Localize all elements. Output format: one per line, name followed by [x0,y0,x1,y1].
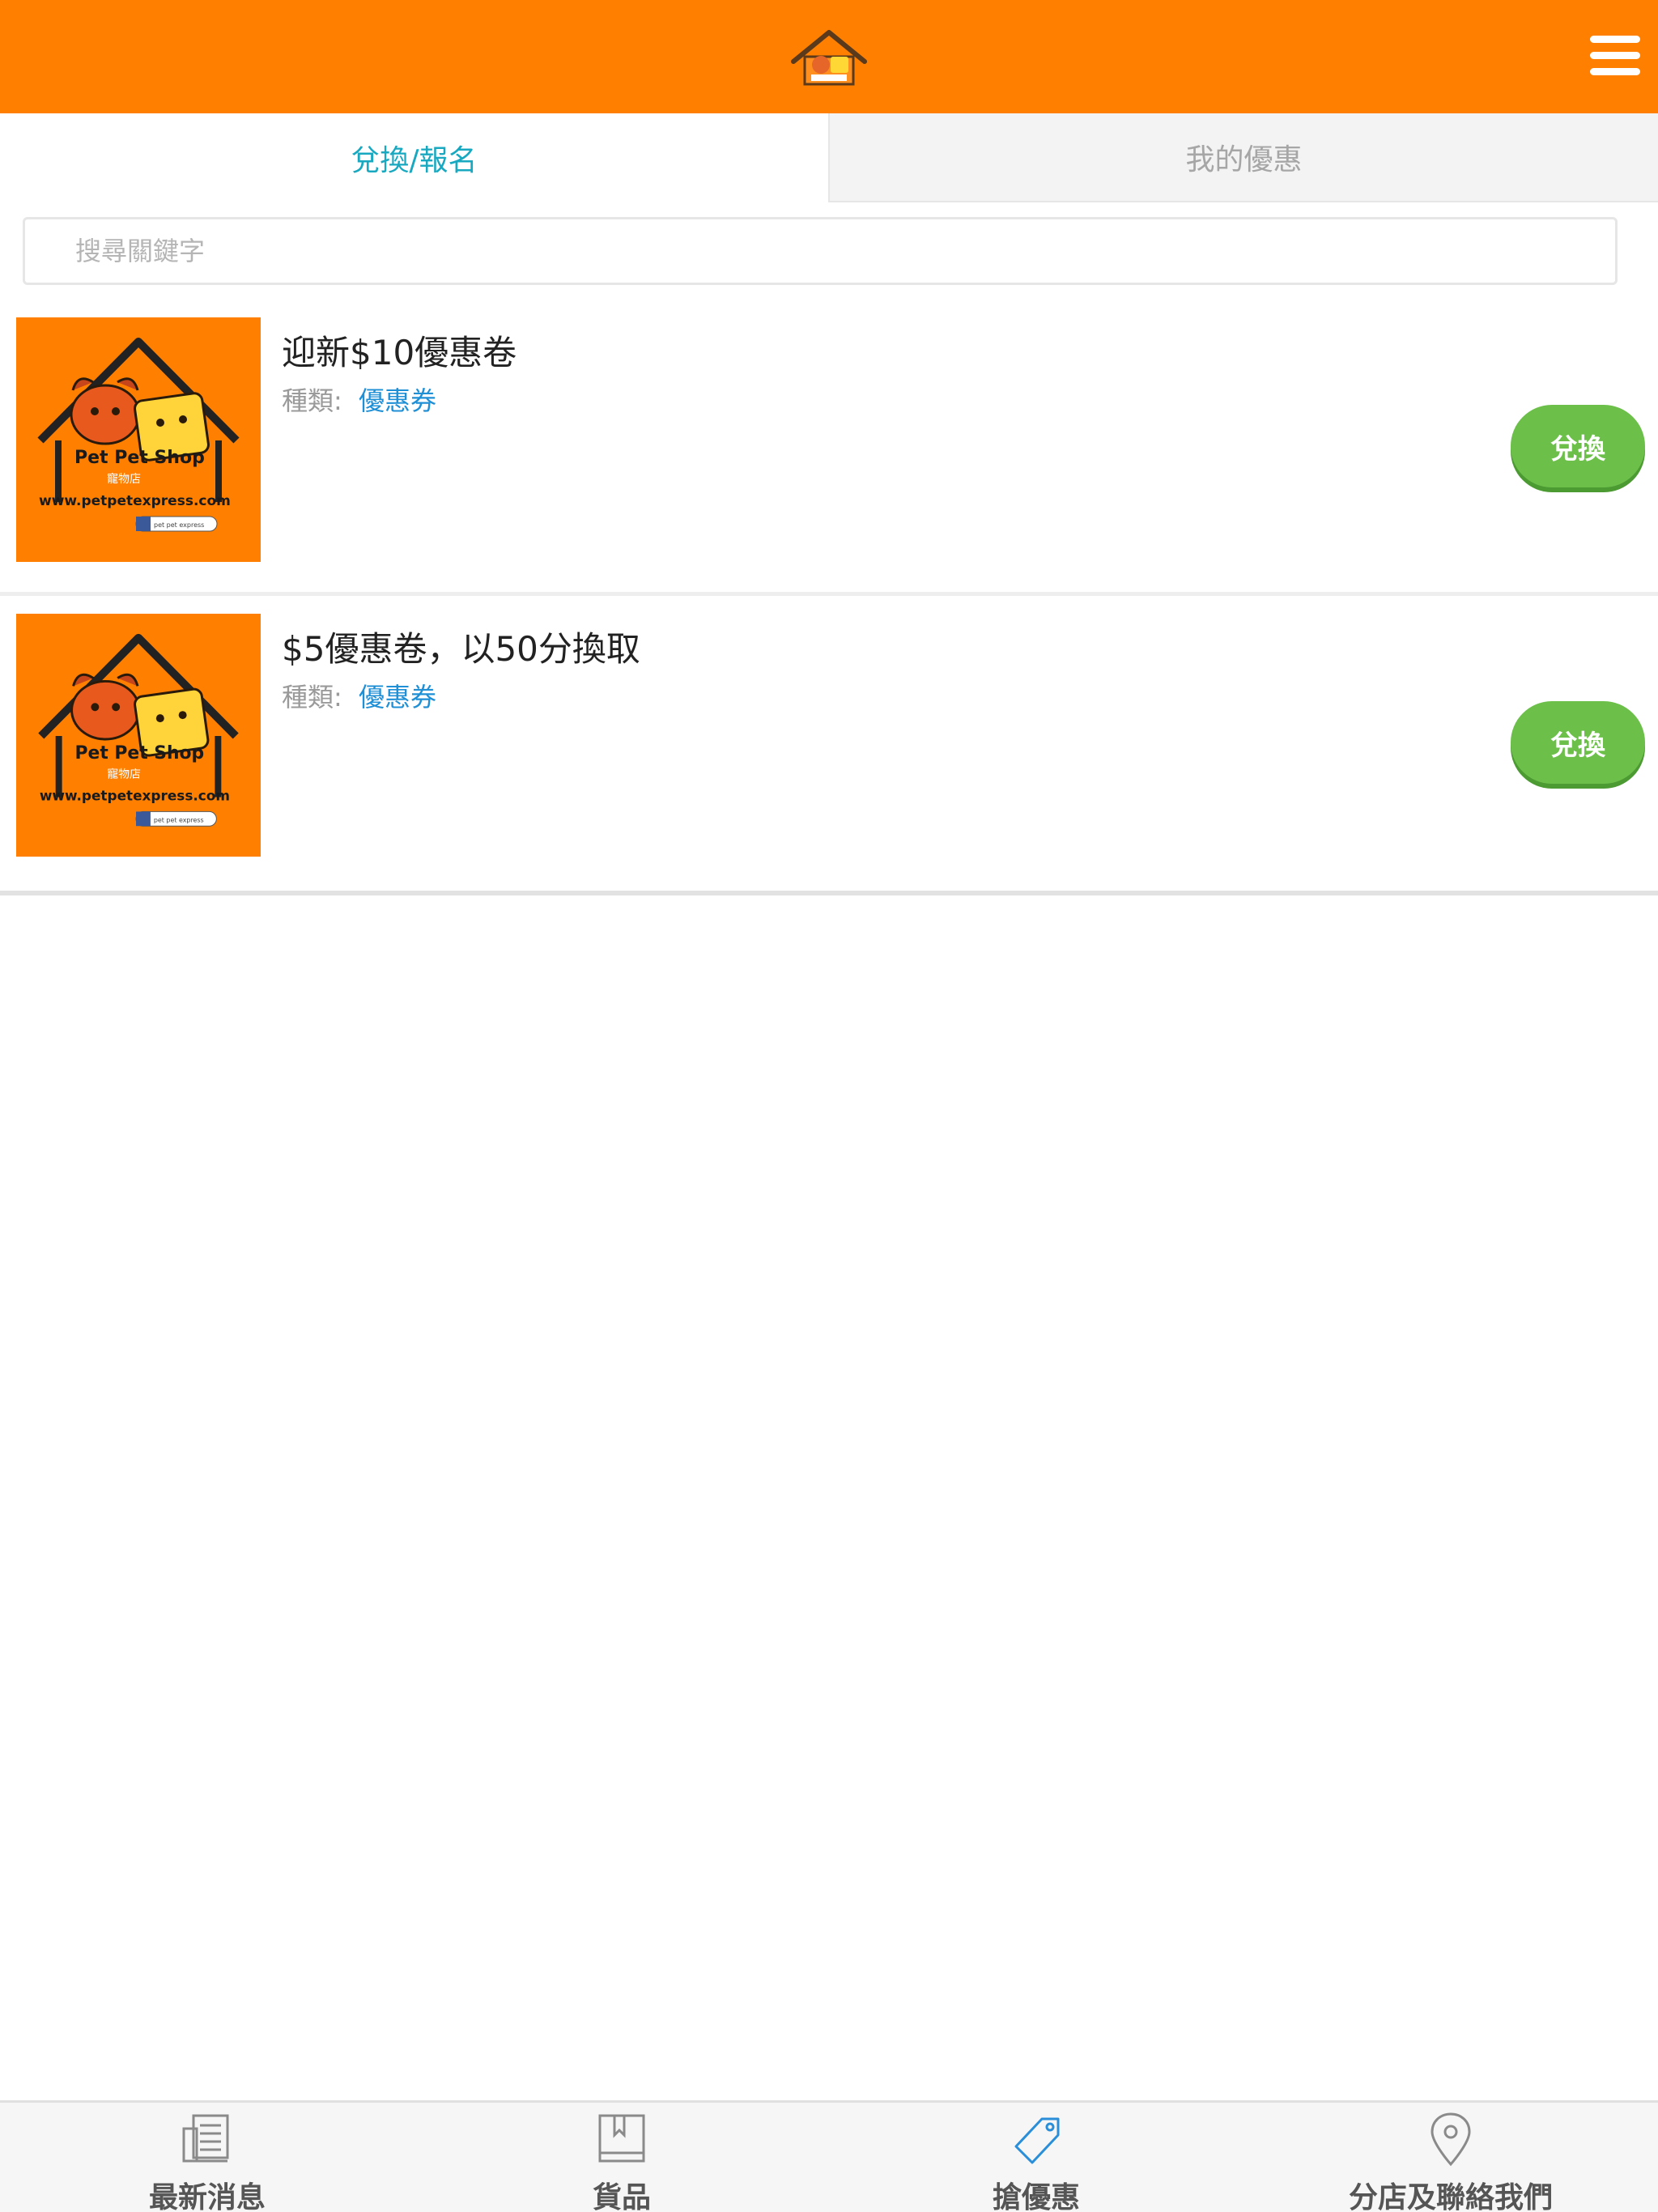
nav-item-deals[interactable]: 搶優惠 [829,2103,1244,2212]
redeem-button[interactable]: 兌換 [1511,701,1645,784]
tag-icon [1014,2117,1060,2164]
coupon-type-link[interactable]: 優惠券 [359,682,436,713]
list-item[interactable]: Pet Pet Shop 寵物店 www.petpetexpress.com p… [0,300,1658,596]
coupon-thumbnail: Pet Pet Shop 寵物店 www.petpetexpress.com p… [16,614,261,857]
svg-text:pet pet express: pet pet express [154,521,204,529]
coupon-title: $5優惠卷，以50分換取 [282,629,640,669]
app-header [0,0,1658,113]
coupon-type-label: 種類: [282,682,342,713]
book-icon [598,2114,645,2163]
coupon-type-link[interactable]: 優惠券 [359,385,436,416]
bottom-tab-bar: 最新消息 貨品 搶優惠 分店及聯絡我們 [0,2100,1658,2212]
coupon-title: 迎新$10優惠卷 [282,333,517,372]
nav-item-stores-contact[interactable]: 分店及聯絡我們 [1244,2103,1658,2212]
svg-text:寵物店: 寵物店 [107,768,141,781]
svg-text:www.petpetexpress.com: www.petpetexpress.com [39,493,231,509]
tab-redeem-register[interactable]: 兌換/報名 [0,113,828,202]
nav-item-news[interactable]: 最新消息 [0,2103,414,2212]
newspaper-icon [182,2114,229,2163]
search-input[interactable] [25,219,1615,283]
search-box [23,217,1618,285]
nav-item-products[interactable]: 貨品 [414,2103,829,2212]
list-item[interactable]: Pet Pet Shop 寵物店 www.petpetexpress.com p… [0,596,1658,895]
svg-text:www.petpetexpress.com: www.petpetexpress.com [40,787,230,803]
pet-house-logo-icon[interactable] [787,24,871,89]
coupon-thumbnail: Pet Pet Shop 寵物店 www.petpetexpress.com p… [16,317,261,562]
location-pin-icon [1431,2112,1471,2167]
nav-label: 最新消息 [148,2181,266,2212]
pet-pet-shop-logo-image: Pet Pet Shop 寵物店 www.petpetexpress.com p… [16,317,261,562]
coupon-type: 種類: 優惠券 [282,677,436,714]
tab-my-offers[interactable]: 我的優惠 [828,113,1658,202]
svg-text:pet pet express: pet pet express [154,816,204,823]
svg-text:Pet Pet Shop: Pet Pet Shop [74,448,205,468]
svg-text:Pet Pet Shop: Pet Pet Shop [75,743,205,764]
svg-text:寵物店: 寵物店 [107,472,141,486]
coupon-type-label: 種類: [282,385,342,416]
hamburger-menu-icon[interactable] [1590,36,1640,78]
nav-label: 搶優惠 [992,2181,1080,2212]
coupon-type: 種類: 優惠券 [282,381,436,418]
redeem-button[interactable]: 兌換 [1511,405,1645,487]
tab-bar: 兌換/報名 我的優惠 [0,113,1658,202]
nav-label: 分店及聯絡我們 [1348,2181,1553,2212]
pet-pet-shop-logo-image: Pet Pet Shop 寵物店 www.petpetexpress.com p… [17,614,260,857]
nav-label: 貨品 [592,2181,651,2212]
